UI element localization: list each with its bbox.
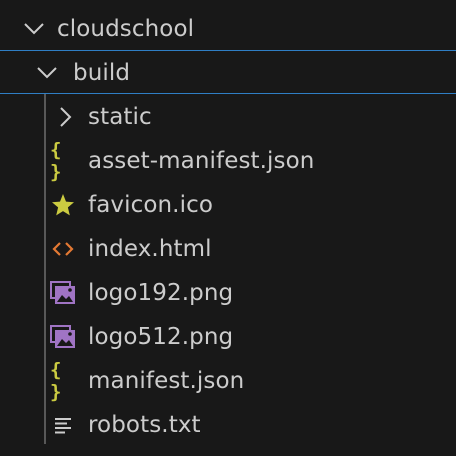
file-label: asset-manifest.json	[88, 148, 315, 174]
folder-label-cloudschool: cloudschool	[57, 16, 195, 42]
star-icon	[50, 183, 76, 227]
chevron-right-icon[interactable]	[56, 95, 76, 139]
file-row-logo192-png[interactable]: logo192.png	[0, 271, 456, 315]
file-label: index.html	[88, 236, 212, 262]
file-label: manifest.json	[88, 368, 245, 394]
file-row-asset-manifest-json[interactable]: { } asset-manifest.json	[0, 139, 456, 183]
file-row-favicon-ico[interactable]: favicon.ico	[0, 183, 456, 227]
file-label: robots.txt	[88, 412, 201, 438]
chevron-down-icon[interactable]	[24, 7, 44, 51]
folder-row-build[interactable]: build	[0, 50, 456, 94]
folder-label-build: build	[73, 60, 131, 86]
file-label: logo512.png	[88, 324, 234, 350]
file-row-index-html[interactable]: index.html	[0, 227, 456, 271]
folder-row-static[interactable]: static	[0, 95, 456, 139]
chevron-down-icon[interactable]	[37, 51, 57, 95]
image-icon	[50, 271, 76, 315]
json-icon: { }	[50, 139, 61, 183]
file-explorer: cloudschool build static { } asset-manif…	[0, 0, 456, 456]
file-label: favicon.ico	[88, 192, 214, 218]
file-row-logo512-png[interactable]: logo512.png	[0, 315, 456, 359]
file-row-manifest-json[interactable]: { } manifest.json	[0, 359, 456, 403]
image-icon	[50, 315, 76, 359]
file-label: static	[88, 104, 152, 130]
file-label: logo192.png	[88, 280, 234, 306]
folder-row-cloudschool[interactable]: cloudschool	[0, 7, 456, 51]
json-icon: { }	[50, 359, 61, 403]
file-row-robots-txt[interactable]: robots.txt	[0, 403, 456, 447]
html-code-icon	[50, 227, 76, 271]
text-lines-icon	[50, 403, 76, 447]
